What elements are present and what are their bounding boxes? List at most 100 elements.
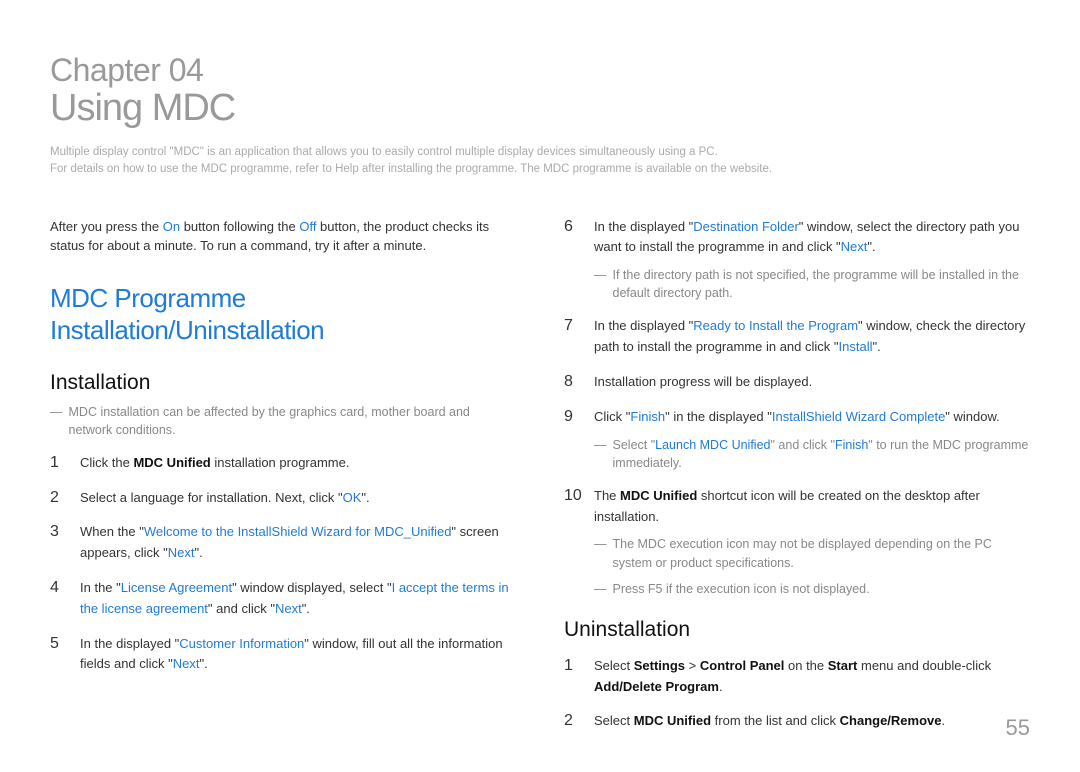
text: The [594, 488, 620, 503]
text: Select " [613, 438, 656, 452]
settings-label: Settings [634, 658, 685, 673]
intro-text: Multiple display control "MDC" is an app… [50, 144, 1030, 179]
step-number: 9 [564, 407, 582, 472]
text: on the [784, 658, 827, 673]
step-9: 9 Click "Finish" in the displayed "Insta… [564, 407, 1030, 472]
text: " in the displayed " [665, 409, 772, 424]
step-body: Installation progress will be displayed. [594, 372, 1030, 393]
text: . [719, 679, 723, 694]
text: ". [194, 545, 202, 560]
control-panel-label: Control Panel [700, 658, 785, 673]
add-delete-label: Add/Delete Program [594, 679, 719, 694]
step-7: 7 In the displayed "Ready to Install the… [564, 316, 1030, 358]
ok-link: OK [343, 490, 362, 505]
step-8: 8 Installation progress will be displaye… [564, 372, 1030, 393]
text: After you press the [50, 219, 163, 234]
note-text: Press F5 if the execution icon is not di… [613, 580, 870, 598]
step-number: 6 [564, 217, 582, 303]
left-column: After you press the On button following … [50, 217, 516, 733]
text: " window. [945, 409, 999, 424]
step-body: In the displayed "Ready to Install the P… [594, 316, 1030, 358]
step-10-note-1: ― The MDC execution icon may not be disp… [594, 535, 1030, 571]
step-10: 10 The MDC Unified shortcut icon will be… [564, 486, 1030, 598]
step-body: In the "License Agreement" window displa… [80, 578, 516, 620]
step-number: 1 [50, 453, 68, 474]
mdc-unified-label: MDC Unified [133, 455, 210, 470]
chapter-label: Chapter 04 [50, 52, 1030, 89]
step-4: 4 In the "License Agreement" window disp… [50, 578, 516, 620]
step-number: 5 [50, 634, 68, 676]
text: menu and double-click [857, 658, 991, 673]
dash-icon: ― [594, 535, 607, 571]
uninstallation-title: Uninstallation [564, 618, 1030, 642]
text: " and click " [771, 438, 835, 452]
text: ". [200, 656, 208, 671]
next-link: Next [168, 545, 195, 560]
customer-info-link: Customer Information [179, 636, 304, 651]
step-6-note: ― If the directory path is not specified… [594, 266, 1030, 302]
step-body: The MDC Unified shortcut icon will be cr… [594, 486, 1030, 598]
change-remove-label: Change/Remove [840, 713, 942, 728]
text: Click " [594, 409, 630, 424]
document-page: Chapter 04 Using MDC Multiple display co… [0, 0, 1080, 772]
chapter-title: Using MDC [50, 87, 1030, 130]
note-text: Select "Launch MDC Unified" and click "F… [613, 436, 1031, 472]
text: Select [594, 713, 634, 728]
pre-note: After you press the On button following … [50, 217, 516, 256]
step-number: 10 [564, 486, 582, 598]
next-link: Next [173, 656, 200, 671]
install-note: ― MDC installation can be affected by th… [50, 403, 516, 439]
on-link: On [163, 219, 180, 234]
dash-icon: ― [594, 580, 607, 598]
right-column: 6 In the displayed "Destination Folder" … [564, 217, 1030, 733]
finish-link: Finish [630, 409, 665, 424]
finish-link: Finish [835, 438, 868, 452]
dash-icon: ― [594, 436, 607, 472]
wizard-link: Welcome to the InstallShield Wizard for … [144, 524, 452, 539]
step-body: Select a language for installation. Next… [80, 488, 516, 509]
step-body: When the "Welcome to the InstallShield W… [80, 522, 516, 564]
note-text: If the directory path is not specified, … [613, 266, 1031, 302]
step-number: 2 [564, 711, 582, 732]
installshield-complete-link: InstallShield Wizard Complete [772, 409, 945, 424]
content-columns: After you press the On button following … [50, 217, 1030, 733]
step-9-note: ― Select "Launch MDC Unified" and click … [594, 436, 1030, 472]
dash-icon: ― [594, 266, 607, 302]
step-3: 3 When the "Welcome to the InstallShield… [50, 522, 516, 564]
text: In the " [80, 580, 121, 595]
text: Select a language for installation. Next… [80, 490, 343, 505]
step-body: Select MDC Unified from the list and cli… [594, 711, 1030, 732]
step-5: 5 In the displayed "Customer Information… [50, 634, 516, 676]
off-link: Off [299, 219, 316, 234]
launch-mdc-link: Launch MDC Unified [655, 438, 770, 452]
text: ". [872, 339, 880, 354]
text: In the displayed " [80, 636, 179, 651]
ready-install-link: Ready to Install the Program [693, 318, 858, 333]
text: ". [867, 239, 875, 254]
text: installation programme. [211, 455, 350, 470]
mdc-unified-label: MDC Unified [620, 488, 697, 503]
intro-line-1: Multiple display control "MDC" is an app… [50, 144, 1030, 161]
note-text: The MDC execution icon may not be displa… [613, 535, 1031, 571]
uninstall-step-1: 1 Select Settings > Control Panel on the… [564, 656, 1030, 698]
intro-line-2: For details on how to use the MDC progra… [50, 161, 1030, 178]
step-body: In the displayed "Destination Folder" wi… [594, 217, 1030, 303]
step-number: 4 [50, 578, 68, 620]
step-number: 7 [564, 316, 582, 358]
text: " window displayed, select " [232, 580, 392, 595]
start-label: Start [828, 658, 858, 673]
text: When the " [80, 524, 144, 539]
step-body: Click the MDC Unified installation progr… [80, 453, 516, 474]
text: In the displayed " [594, 318, 693, 333]
text: ". [361, 490, 369, 505]
step-number: 8 [564, 372, 582, 393]
step-body: In the displayed "Customer Information" … [80, 634, 516, 676]
uninstall-step-2: 2 Select MDC Unified from the list and c… [564, 711, 1030, 732]
text: . [942, 713, 946, 728]
text: In the displayed " [594, 219, 693, 234]
text: from the list and click [711, 713, 840, 728]
text: > [685, 658, 700, 673]
step-2: 2 Select a language for installation. Ne… [50, 488, 516, 509]
next-link: Next [275, 601, 302, 616]
step-body: Click "Finish" in the displayed "Install… [594, 407, 1030, 472]
